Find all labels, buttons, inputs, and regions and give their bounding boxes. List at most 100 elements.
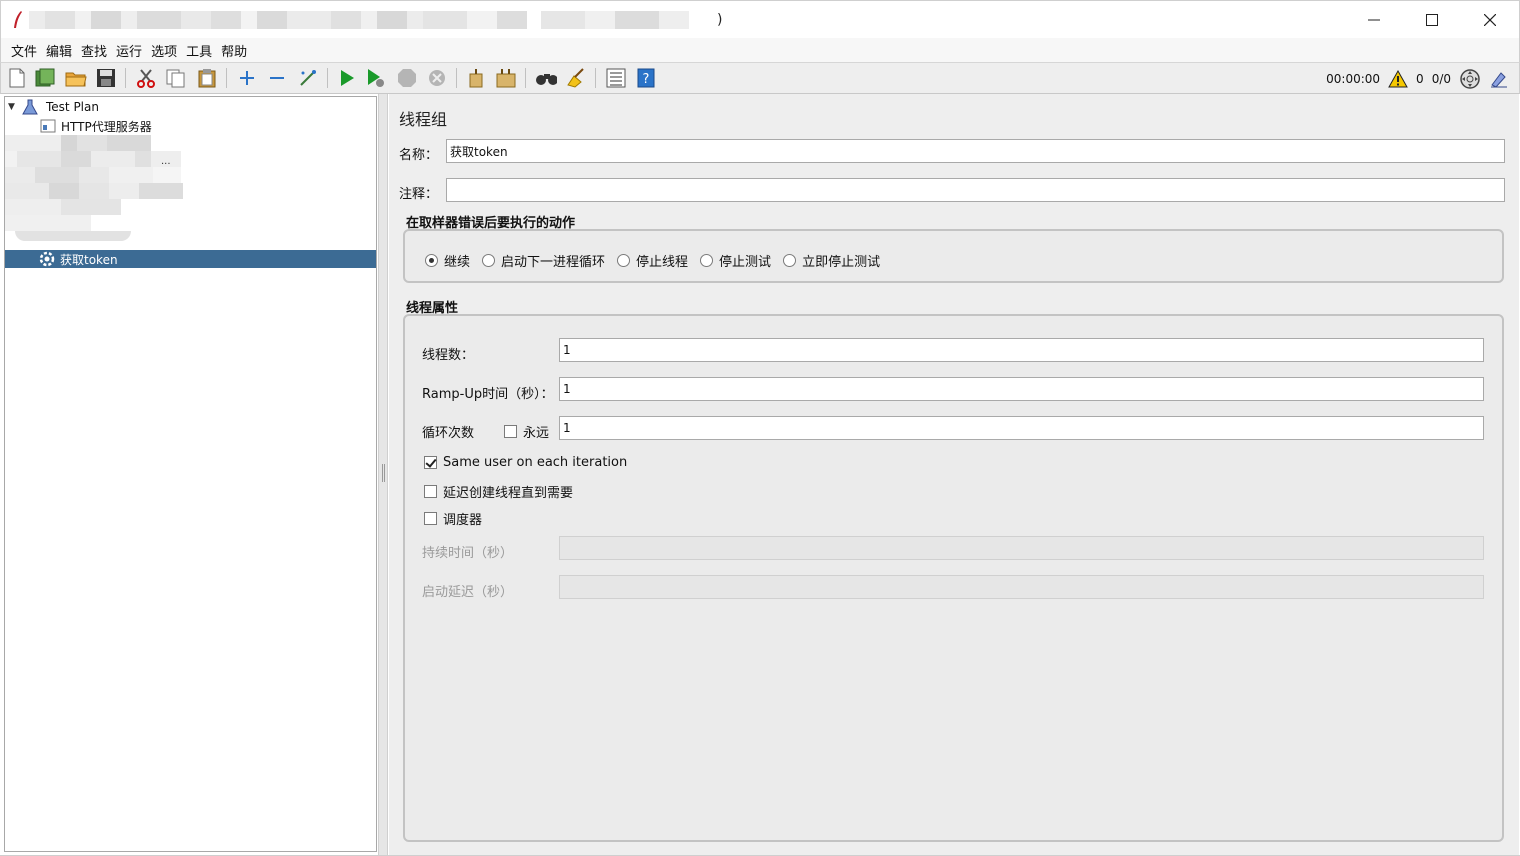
radio-start-next-loop-label: 启动下一进程循环 xyxy=(501,255,606,270)
menu-bar: 文件 编辑 查找 运行 选项 工具 帮助 xyxy=(0,38,1520,62)
tree-node-label: Test Plan xyxy=(46,100,99,114)
minimize-button[interactable] xyxy=(1345,1,1403,39)
menu-tools[interactable]: 工具 xyxy=(186,41,212,60)
active-thread-ratio: 0/0 xyxy=(1431,72,1451,86)
thread-group-panel: 线程组 名称： 注释： 在取样器错误后要执行的动作 继续 启动下一进程循环 停止… xyxy=(389,94,1519,856)
clear-all-button[interactable] xyxy=(495,67,517,89)
http-proxy-icon xyxy=(40,119,56,133)
same-user-label: Same user on each iteration xyxy=(443,455,628,470)
tree-expand-icon[interactable]: ▼ xyxy=(8,102,22,112)
binoculars-icon xyxy=(536,74,557,85)
jmeter-feather-icon xyxy=(14,11,22,28)
name-field[interactable] xyxy=(446,139,1505,163)
tree-node-label: HTTP代理服务器 xyxy=(61,119,152,134)
test-plan-flask-icon xyxy=(22,99,38,115)
toggle-button[interactable] xyxy=(297,67,319,89)
function-helper-button[interactable] xyxy=(605,67,627,89)
radio-start-next-loop[interactable] xyxy=(482,254,496,267)
menu-run[interactable]: 运行 xyxy=(116,41,142,60)
scheduler-checkbox[interactable] xyxy=(424,512,437,525)
open-button[interactable] xyxy=(65,67,87,89)
paste-button[interactable] xyxy=(196,67,218,89)
radio-stop-test-now[interactable] xyxy=(783,254,797,267)
reset-search-broom-icon xyxy=(567,68,584,88)
tree-node-http-proxy[interactable]: HTTP代理服务器 xyxy=(39,117,152,135)
radio-stop-thread[interactable] xyxy=(617,254,631,267)
threads-label: 线程数： xyxy=(422,348,475,363)
error-action-group: 继续 启动下一进程循环 停止线程 停止测试 立即停止测试 xyxy=(403,229,1504,283)
floppy-save-icon xyxy=(97,69,115,87)
menu-options[interactable]: 选项 xyxy=(151,41,177,60)
duration-field[interactable] xyxy=(559,536,1484,560)
folder-open-icon xyxy=(65,72,87,87)
copy-button[interactable] xyxy=(165,67,187,89)
templates-button[interactable] xyxy=(34,67,56,89)
templates-icon xyxy=(35,68,55,87)
start-button[interactable] xyxy=(336,67,358,89)
help-question-icon: ? xyxy=(637,68,655,88)
test-plan-tree: ▼ Test Plan HTTP代理服务器 ... 获取token xyxy=(4,96,377,852)
radio-stop-test[interactable] xyxy=(700,254,714,267)
menu-file[interactable]: 文件 xyxy=(11,41,37,60)
reset-search-button[interactable] xyxy=(565,67,587,89)
stop-button[interactable] xyxy=(396,67,418,89)
play-no-pause-icon xyxy=(368,69,384,87)
play-icon xyxy=(341,70,354,86)
threads-field[interactable] xyxy=(559,338,1484,362)
clear-broom-icon xyxy=(469,69,483,88)
page-title: 线程组 xyxy=(399,110,448,129)
forever-label: 永远 xyxy=(523,426,550,441)
title-bar: ) xyxy=(0,0,1520,38)
comment-label: 注释： xyxy=(399,187,439,202)
radio-stop-test-label: 停止测试 xyxy=(719,255,772,270)
save-button[interactable] xyxy=(95,67,117,89)
expand-all-button[interactable] xyxy=(236,67,258,89)
scheduler-row: 调度器 xyxy=(424,509,482,528)
same-user-checkbox[interactable] xyxy=(424,456,437,469)
log-viewer-icon[interactable] xyxy=(1489,69,1509,89)
split-pane-divider[interactable] xyxy=(378,94,388,856)
radio-continue[interactable] xyxy=(425,254,438,267)
forever-checkbox[interactable] xyxy=(504,425,517,438)
remote-status-icon[interactable] xyxy=(1459,68,1481,90)
help-button[interactable]: ? xyxy=(635,67,657,89)
tree-node-test-plan[interactable]: ▼ Test Plan xyxy=(8,98,99,116)
close-window-button[interactable] xyxy=(1461,1,1519,39)
plus-icon xyxy=(240,71,254,85)
loop-count-field[interactable] xyxy=(559,416,1484,440)
startup-delay-label: 启动延迟（秒） xyxy=(422,585,514,600)
startup-delay-field[interactable] xyxy=(559,575,1484,599)
rampup-field[interactable] xyxy=(559,377,1484,401)
stop-icon xyxy=(398,69,416,87)
maximize-button[interactable] xyxy=(1403,1,1461,39)
window-title-blurred xyxy=(29,11,729,29)
new-button[interactable] xyxy=(6,67,28,89)
warning-count: 0 xyxy=(1416,72,1424,86)
start-no-pauses-button[interactable] xyxy=(365,67,387,89)
window-title-suffix: ) xyxy=(717,12,723,28)
warning-icon[interactable] xyxy=(1388,70,1408,88)
same-user-row: Same user on each iteration xyxy=(424,455,627,470)
menu-edit[interactable]: 编辑 xyxy=(46,41,72,60)
error-action-radios: 继续 启动下一进程循环 停止线程 停止测试 立即停止测试 xyxy=(425,251,892,270)
name-label: 名称： xyxy=(399,148,439,163)
thread-group-gear-icon xyxy=(39,251,55,267)
menu-search[interactable]: 查找 xyxy=(81,41,107,60)
collapse-all-button[interactable] xyxy=(266,67,288,89)
shutdown-button[interactable] xyxy=(426,67,448,89)
new-file-icon xyxy=(9,68,25,88)
rampup-label: Ramp-Up时间（秒）： xyxy=(422,387,554,402)
delay-create-checkbox[interactable] xyxy=(424,485,437,498)
comment-field[interactable] xyxy=(446,178,1505,202)
maximize-icon xyxy=(1426,14,1438,26)
cut-button[interactable] xyxy=(135,67,157,89)
elapsed-time: 00:00:00 xyxy=(1326,72,1381,86)
search-button[interactable] xyxy=(535,67,557,89)
tree-node-get-token[interactable]: 获取token xyxy=(5,250,376,268)
loop-count-label: 循环次数 xyxy=(422,426,475,441)
menu-help[interactable]: 帮助 xyxy=(221,41,247,60)
copy-icon xyxy=(166,69,185,88)
run-status: 00:00:00 0 0/0 xyxy=(1326,67,1509,91)
delay-create-label: 延迟创建线程直到需要 xyxy=(443,486,574,501)
clear-button[interactable] xyxy=(465,67,487,89)
